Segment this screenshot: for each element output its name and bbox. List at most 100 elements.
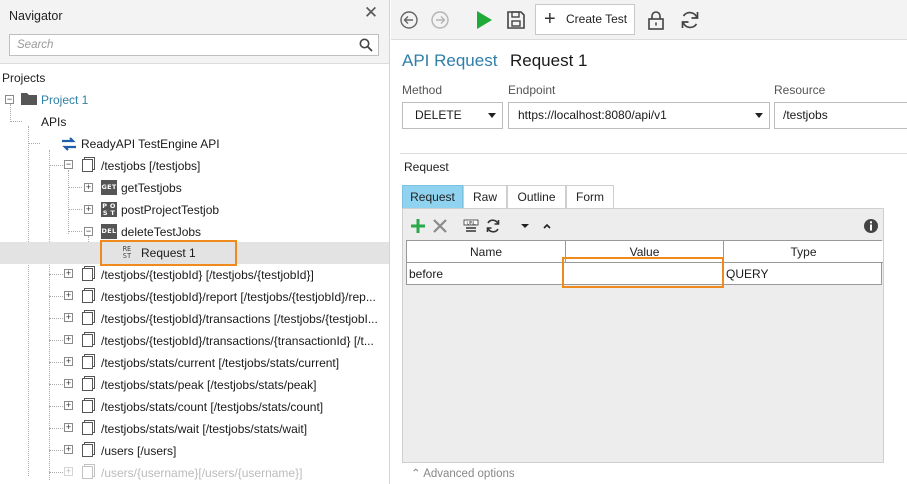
- run-icon[interactable]: [472, 8, 496, 32]
- resource-value: /testjobs: [783, 108, 828, 122]
- expand-toggle[interactable]: +: [64, 467, 73, 476]
- tree-item-resource[interactable]: /testjobs/stats/wait [/testjobs/stats/wa…: [101, 418, 307, 440]
- search-input[interactable]: [10, 35, 340, 55]
- tab-form[interactable]: Form: [566, 185, 614, 209]
- expand-toggle[interactable]: +: [64, 379, 73, 388]
- expand-toggle[interactable]: +: [84, 183, 93, 192]
- badge-line: ST: [122, 252, 132, 260]
- tree-item-apis[interactable]: APIs: [41, 111, 66, 133]
- expand-toggle[interactable]: +: [64, 357, 73, 366]
- resource-icon: [82, 398, 95, 413]
- url-encode-icon[interactable]: URL: [463, 217, 479, 235]
- refresh-icon[interactable]: [678, 8, 702, 32]
- method-label: Method: [402, 83, 443, 97]
- info-icon[interactable]: [863, 217, 879, 235]
- create-test-label: Create Test: [566, 12, 628, 26]
- tree-item-project[interactable]: Project 1: [41, 89, 88, 111]
- expand-toggle[interactable]: +: [64, 291, 73, 300]
- search-box: [9, 34, 379, 56]
- endpoint-value: https://localhost:8080/api/v1: [518, 108, 667, 122]
- svg-text:URL: URL: [466, 220, 476, 226]
- tree-item-request[interactable]: Request 1: [141, 242, 196, 264]
- resource-icon: [82, 376, 95, 391]
- save-icon[interactable]: [504, 8, 528, 32]
- tab-outline[interactable]: Outline: [507, 185, 566, 209]
- chevron-down-icon: [488, 113, 496, 118]
- resource-icon: [82, 157, 95, 172]
- params-table: Name Value Type before QUERY: [406, 240, 883, 285]
- folder-icon: [21, 93, 37, 105]
- resource-icon: [82, 464, 95, 479]
- collapse-toggle[interactable]: −: [64, 160, 73, 169]
- resource-icon: [82, 420, 95, 435]
- param-type-cell[interactable]: QUERY: [724, 263, 883, 285]
- tab-request[interactable]: Request: [402, 185, 463, 209]
- tree-item-resource[interactable]: /testjobs/{testjobId}/report [/testjobs/…: [101, 286, 376, 308]
- resource-icon: [82, 310, 95, 325]
- column-header-type[interactable]: Type: [724, 241, 883, 263]
- projects-label: Projects: [2, 71, 46, 85]
- move-up-icon[interactable]: [541, 217, 553, 235]
- chevron-down-icon: [755, 113, 763, 118]
- method-value: DELETE: [415, 108, 462, 122]
- search-icon[interactable]: [359, 38, 373, 52]
- tree-item-resource[interactable]: /testjobs/stats/count [/testjobs/stats/c…: [101, 396, 323, 418]
- tree-item-resource[interactable]: /testjobs/{testjobId} [/testjobs/{testjo…: [101, 264, 314, 286]
- tree-item-resource[interactable]: /testjobs/{testjobId}/transactions [/tes…: [101, 308, 378, 330]
- column-header-value[interactable]: Value: [566, 241, 724, 263]
- collapse-toggle[interactable]: −: [84, 227, 93, 236]
- tree-item-resource[interactable]: /testjobs/stats/current [/testjobs/stats…: [101, 352, 339, 374]
- resource-icon: [82, 442, 95, 457]
- tree-item-delete[interactable]: deleteTestJobs: [121, 221, 201, 243]
- navigator-header: Navigator ✕: [0, 0, 389, 64]
- expand-toggle[interactable]: +: [64, 445, 73, 454]
- tree-item-resource[interactable]: /testjobs/stats/peak [/testjobs/stats/pe…: [101, 374, 316, 396]
- resource-icon: [82, 354, 95, 369]
- tree-item-resource[interactable]: /testjobs/{testjobId}/transactions/{tran…: [101, 330, 374, 352]
- remove-icon[interactable]: [432, 217, 448, 235]
- create-test-button[interactable]: + Create Test: [535, 4, 635, 35]
- expand-toggle[interactable]: +: [64, 401, 73, 410]
- move-down-icon[interactable]: [519, 217, 531, 235]
- collapse-toggle[interactable]: −: [5, 95, 14, 104]
- endpoint-label: Endpoint: [508, 83, 556, 97]
- add-icon[interactable]: [410, 217, 426, 235]
- editor-panel: + Create Test API Request Request 1 Meth…: [391, 0, 907, 484]
- sync-icon[interactable]: [485, 217, 501, 235]
- expand-toggle[interactable]: +: [64, 423, 73, 432]
- tree-item-testjobs[interactable]: /testjobs [/testjobs]: [101, 155, 200, 177]
- plus-icon: +: [544, 8, 556, 30]
- back-icon[interactable]: [397, 8, 421, 32]
- method-dropdown[interactable]: DELETE: [402, 102, 503, 129]
- request-kind-title: API Request: [402, 51, 498, 70]
- expand-toggle[interactable]: +: [84, 205, 93, 214]
- expand-toggle[interactable]: +: [64, 269, 73, 278]
- forward-icon[interactable]: [428, 8, 452, 32]
- navigator-panel: Navigator ✕ Projects − Project 1 APIs Re…: [0, 0, 390, 484]
- tree-item-api[interactable]: ReadyAPI TestEngine API: [81, 133, 220, 155]
- tree-item-post[interactable]: postProjectTestjob: [121, 199, 219, 221]
- param-value-cell[interactable]: [566, 263, 724, 285]
- request-name-title: Request 1: [510, 51, 588, 70]
- tree-item-resource[interactable]: /users [/users]: [101, 440, 176, 462]
- resource-field[interactable]: /testjobs: [774, 102, 907, 129]
- column-header-name[interactable]: Name: [407, 241, 566, 263]
- expand-toggle[interactable]: +: [64, 335, 73, 344]
- endpoint-dropdown[interactable]: https://localhost:8080/api/v1: [508, 102, 770, 129]
- close-icon[interactable]: ✕: [362, 4, 380, 22]
- get-method-badge: GET: [101, 180, 117, 195]
- resource-icon: [82, 288, 95, 303]
- resource-icon: [82, 266, 95, 281]
- expand-toggle[interactable]: +: [64, 313, 73, 322]
- param-name-cell[interactable]: before: [407, 263, 566, 285]
- lock-icon[interactable]: [644, 8, 668, 32]
- rest-request-icon: RE ST: [119, 245, 135, 260]
- tree-item-get[interactable]: getTestjobs: [121, 177, 182, 199]
- tree-item-resource[interactable]: /users/{username}[/users/{username}]: [101, 462, 302, 484]
- navigator-title: Navigator: [9, 9, 63, 23]
- resource-icon: [82, 332, 95, 347]
- advanced-options-toggle[interactable]: ⌃ Advanced options: [411, 466, 515, 480]
- delete-method-badge: DEL: [101, 224, 117, 239]
- tab-raw[interactable]: Raw: [463, 185, 507, 209]
- toolbar: + Create Test: [391, 0, 907, 40]
